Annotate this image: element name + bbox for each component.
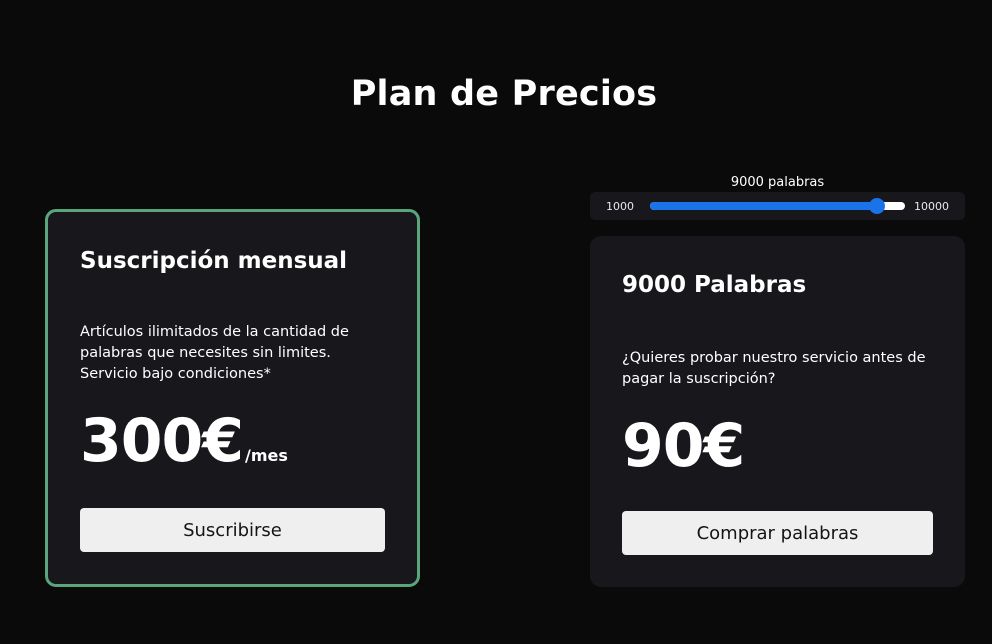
subscription-price-row: 300€ /mes [80, 411, 385, 471]
words-plan-price: 90€ [622, 411, 745, 481]
slider-max-label: 10000 [914, 199, 949, 213]
subscription-title: Suscripción mensual [80, 248, 348, 274]
word-count-slider-track[interactable] [650, 198, 905, 214]
subscription-description: Artículos ilimitados de la cantidad de p… [80, 324, 349, 382]
subscription-price: 300€ [80, 406, 244, 476]
slider-value-label: 9000 palabras [730, 175, 825, 190]
word-count-slider-fill [650, 202, 877, 210]
page-title: Plan de Precios [350, 74, 658, 114]
subscription-card: Suscripción mensual Artículos ilimitados… [45, 209, 420, 587]
word-count-slider-box: 1000 10000 [590, 192, 965, 220]
word-count-slider-thumb[interactable] [868, 198, 885, 214]
buy-words-button[interactable]: Comprar palabras [622, 511, 933, 555]
pricing-page: Plan de Precios Suscripción mensual Artí… [0, 0, 992, 644]
subscribe-button[interactable]: Suscribirse [80, 508, 385, 552]
words-plan-price-row: 90€ [622, 416, 933, 476]
words-plan-title: 9000 Palabras [622, 272, 807, 298]
slider-min-label: 1000 [606, 199, 634, 213]
subscription-price-unit: /mes [245, 446, 288, 465]
words-plan-card: 9000 Palabras ¿Quieres probar nuestro se… [590, 236, 965, 587]
words-plan-description: ¿Quieres probar nuestro servicio antes d… [622, 350, 926, 387]
